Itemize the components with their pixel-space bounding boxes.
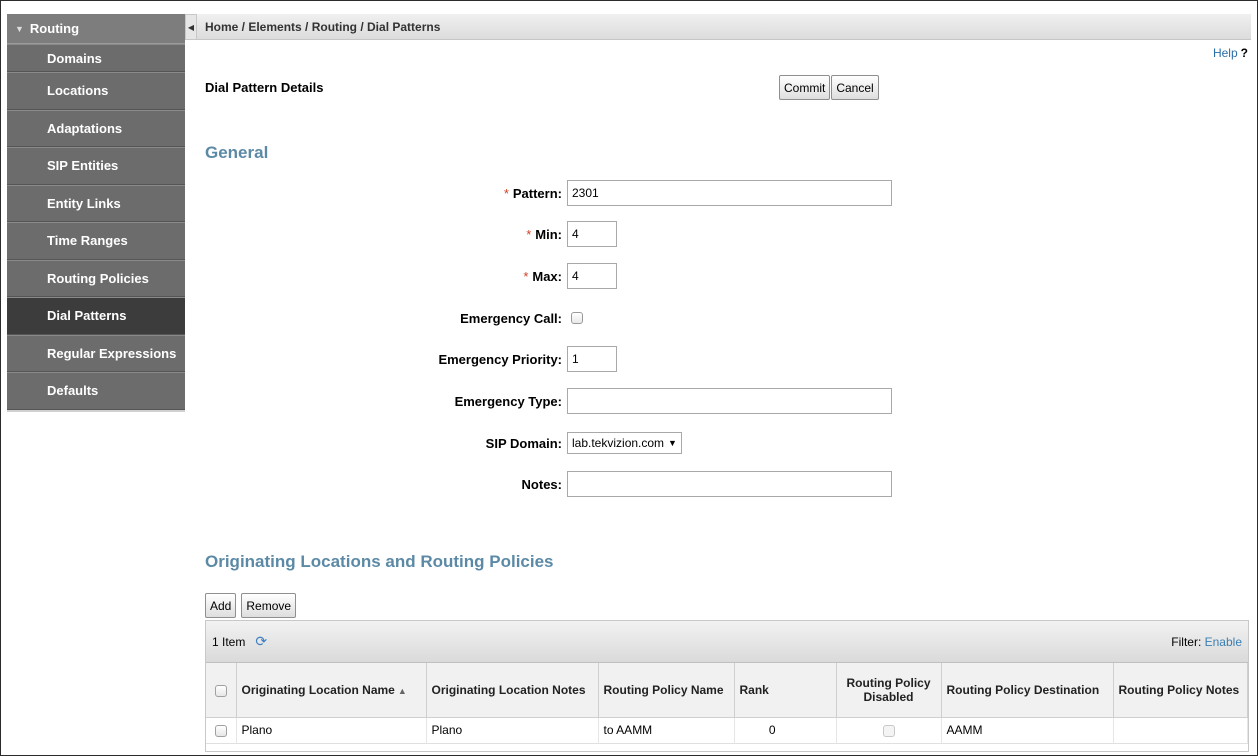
table-toolbar: 1 Item ⟳ Filter: Enable [206, 621, 1248, 663]
table-row[interactable]: Plano Plano to AAMM 0 AAMM [206, 717, 1248, 744]
collapse-sidebar-icon[interactable]: ◀ [185, 14, 197, 40]
sort-ascending-icon: ▲ [397, 685, 407, 696]
commit-button[interactable]: Commit [779, 75, 831, 100]
question-icon: ? [1240, 46, 1248, 60]
max-label: Max: [532, 268, 562, 284]
form-row-notes: Notes: [200, 471, 920, 497]
originating-table: Originating Location Name ▲ Originating L… [206, 663, 1248, 744]
sidebar-item-time-ranges[interactable]: Time Ranges [7, 222, 185, 260]
column-header-policy-name[interactable]: Routing Policy Name [598, 663, 735, 718]
page-title: Dial Pattern Details [205, 80, 324, 95]
emergency-priority-label: Emergency Priority: [438, 351, 562, 367]
sidebar-divider [7, 409, 185, 412]
triangle-down-icon: ▼ [15, 23, 24, 34]
table-button-bar: Add Remove [205, 593, 297, 618]
min-label: Min: [535, 226, 562, 242]
emergency-call-checkbox[interactable] [571, 312, 583, 324]
form-row-max: * Max: [200, 263, 920, 289]
add-button[interactable]: Add [205, 593, 237, 618]
section-title-general: General [205, 143, 269, 162]
policy-disabled-checkbox [882, 724, 895, 737]
sidebar: ▼ Routing Domains Locations Adaptations … [7, 14, 185, 412]
filter-enable-link[interactable]: Enable [1205, 635, 1242, 649]
sip-domain-label: SIP Domain: [485, 435, 562, 451]
sidebar-item-dial-patterns[interactable]: Dial Patterns [7, 297, 185, 335]
column-header-location-notes[interactable]: Originating Location Notes [426, 663, 599, 718]
sidebar-header-routing[interactable]: ▼ Routing [7, 14, 185, 44]
form-row-emergency-priority: Emergency Priority: [200, 346, 920, 372]
select-all-header [206, 663, 237, 718]
sip-domain-select[interactable]: lab.tekvizion.com ▼ [567, 432, 682, 454]
cell-location-notes: Plano [426, 717, 599, 744]
pattern-label: Pattern: [512, 185, 562, 201]
cell-policy-destination: AAMM [941, 717, 1114, 744]
required-mark: * [523, 268, 529, 284]
select-all-checkbox[interactable] [214, 684, 227, 697]
table-header-row: Originating Location Name ▲ Originating L… [206, 663, 1248, 718]
row-select-checkbox[interactable] [214, 724, 227, 737]
remove-button[interactable]: Remove [241, 593, 297, 618]
form-row-min: * Min: [200, 221, 920, 247]
breadcrumb: Home / Elements / Routing / Dial Pattern… [197, 14, 1251, 40]
required-mark: * [526, 226, 532, 242]
top-button-bar: Commit Cancel [779, 75, 879, 100]
help-link[interactable]: Help? [1213, 46, 1248, 60]
form-row-pattern: * Pattern: [200, 180, 920, 206]
emergency-call-label: Emergency Call: [460, 310, 562, 326]
refresh-icon[interactable]: ⟳ [255, 633, 267, 650]
sidebar-item-regular-expressions[interactable]: Regular Expressions [7, 334, 185, 372]
section-title-originating: Originating Locations and Routing Polici… [205, 552, 554, 571]
form-row-emergency-type: Emergency Type: [200, 388, 920, 414]
notes-label: Notes: [521, 476, 562, 492]
sidebar-item-entity-links[interactable]: Entity Links [7, 184, 185, 222]
sidebar-item-defaults[interactable]: Defaults [7, 372, 185, 410]
sidebar-item-domains[interactable]: Domains [7, 44, 185, 72]
item-count: 1 Item [212, 634, 246, 649]
sidebar-header-label: Routing [29, 21, 80, 36]
sidebar-item-sip-entities[interactable]: SIP Entities [7, 147, 185, 185]
column-header-policy-disabled[interactable]: Routing Policy Disabled [836, 663, 942, 718]
originating-table-panel: 1 Item ⟳ Filter: Enable Originating Loca… [205, 620, 1249, 752]
emergency-type-label: Emergency Type: [454, 393, 562, 409]
cell-policy-notes [1113, 717, 1248, 744]
column-header-rank[interactable]: Rank [734, 663, 837, 718]
cell-policy-name: to AAMM [598, 717, 735, 744]
row-select-cell [206, 717, 237, 744]
min-input[interactable] [567, 221, 617, 247]
cell-rank: 0 [734, 717, 837, 744]
sidebar-item-routing-policies[interactable]: Routing Policies [7, 259, 185, 297]
column-header-policy-destination[interactable]: Routing Policy Destination [941, 663, 1114, 718]
form-row-emergency-call: Emergency Call: [200, 305, 920, 331]
form-row-sip-domain: SIP Domain: lab.tekvizion.com ▼ [200, 430, 920, 456]
pattern-input[interactable] [567, 180, 892, 206]
column-header-policy-notes[interactable]: Routing Policy Notes [1113, 663, 1248, 718]
notes-input[interactable] [567, 471, 892, 497]
required-mark: * [503, 185, 509, 201]
emergency-type-input[interactable] [567, 388, 892, 414]
filter-area: Filter: Enable [1171, 635, 1242, 649]
sip-domain-value: lab.tekvizion.com [572, 436, 665, 450]
filter-label: Filter: [1171, 634, 1202, 649]
max-input[interactable] [567, 263, 617, 289]
column-header-location-name[interactable]: Originating Location Name ▲ [236, 663, 427, 718]
emergency-priority-input[interactable] [567, 346, 617, 372]
cell-policy-disabled [836, 717, 942, 744]
sidebar-item-adaptations[interactable]: Adaptations [7, 109, 185, 147]
sidebar-item-locations[interactable]: Locations [7, 72, 185, 110]
dropdown-arrow-icon: ▼ [668, 438, 677, 448]
cancel-button[interactable]: Cancel [831, 75, 879, 100]
cell-location-name: Plano [236, 717, 427, 744]
